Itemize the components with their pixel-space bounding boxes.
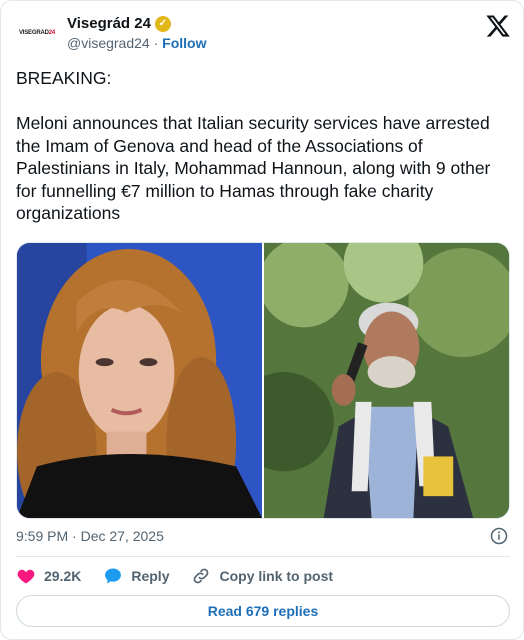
tweet-timestamp[interactable]: 9:59 PM · Dec 27, 2025 — [16, 528, 164, 544]
tweet-text: BREAKING: Meloni announces that Italian … — [16, 67, 510, 225]
handle-separator: · — [153, 35, 159, 51]
heart-icon — [17, 569, 35, 584]
author-name-row: Visegrád 24 ✓ — [67, 15, 206, 32]
photo-man-speaking[interactable] — [264, 243, 509, 518]
reply-button[interactable]: Reply — [103, 566, 169, 586]
author-display-name[interactable]: Visegrád 24 — [67, 15, 151, 32]
woman-portrait-image — [17, 243, 262, 518]
tweet-header: VISEGRAD24 Visegrád 24 ✓ @visegrad24 · F… — [15, 11, 511, 57]
tweet-media[interactable] — [16, 242, 510, 519]
author-handle[interactable]: @visegrad24 — [67, 35, 150, 51]
like-button[interactable]: 29.2K — [16, 566, 81, 586]
like-count: 29.2K — [44, 568, 82, 584]
read-replies-label: Read 679 replies — [207, 603, 319, 619]
avatar-logo-text: VISEGRAD24 — [18, 30, 56, 36]
photo-woman-portrait[interactable] — [17, 243, 262, 518]
link-icon — [194, 568, 209, 584]
x-logo-icon[interactable] — [485, 13, 511, 39]
follow-button[interactable]: Follow — [162, 35, 206, 51]
reply-bubble-icon — [105, 568, 122, 584]
info-icon[interactable] — [490, 527, 508, 545]
divider — [16, 556, 510, 557]
action-bar: 29.2K Reply Copy link to post — [16, 563, 355, 589]
man-speaking-image — [264, 243, 509, 518]
handle-row: @visegrad24 · Follow — [67, 35, 206, 51]
read-replies-button[interactable]: Read 679 replies — [16, 595, 510, 627]
author-info: Visegrád 24 ✓ @visegrad24 · Follow — [67, 15, 206, 51]
tweet-card: VISEGRAD24 Visegrád 24 ✓ @visegrad24 · F… — [0, 0, 524, 640]
avatar[interactable]: VISEGRAD24 — [15, 11, 59, 55]
verified-badge-icon: ✓ — [154, 15, 171, 32]
copy-link-button[interactable]: Copy link to post — [191, 566, 333, 586]
tweet-text-line-1: BREAKING: — [16, 68, 112, 88]
tweet-text-body: Meloni announces that Italian security s… — [16, 113, 491, 223]
copy-link-label: Copy link to post — [219, 568, 334, 584]
reply-label: Reply — [131, 568, 170, 584]
